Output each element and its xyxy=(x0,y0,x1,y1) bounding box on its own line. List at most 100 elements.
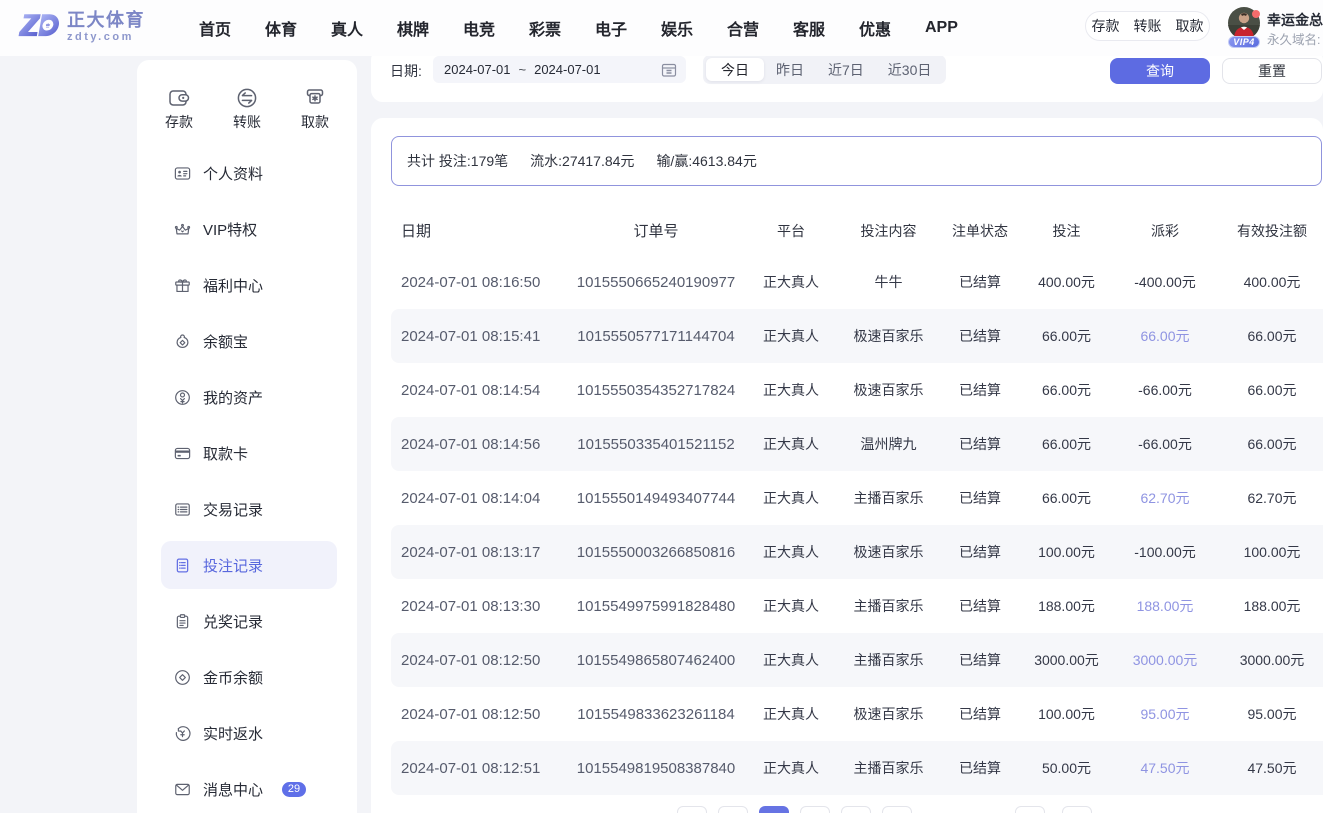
brand-domain: zdty.com xyxy=(67,31,134,43)
table-row-0[interactable]: 2024-07-01 08:16:50 1015550665240190977 正大… xyxy=(391,255,1323,309)
col-header-4: 注单状态 xyxy=(952,222,1008,239)
page-button-6[interactable] xyxy=(1015,806,1045,813)
nav-item-5[interactable]: 彩票 xyxy=(529,16,595,40)
sidebar-item-4[interactable]: 我的资产 xyxy=(161,373,337,421)
nav-item-1[interactable]: 体育 xyxy=(265,16,331,40)
table-row-3[interactable]: 2024-07-01 08:14:56 1015550335401521152 正大… xyxy=(391,417,1323,471)
sidebar-item-7[interactable]: 投注记录 xyxy=(161,541,337,589)
nav-item-0[interactable]: 首页 xyxy=(199,16,265,40)
search-button[interactable]: 查询 xyxy=(1110,58,1210,84)
date-from[interactable]: 2024-07-01 xyxy=(444,62,511,77)
range-1[interactable]: 昨日 xyxy=(764,58,816,81)
page-button-5[interactable] xyxy=(882,806,912,813)
cell-order: 1015550577171144704 xyxy=(577,327,735,345)
page-button-1[interactable] xyxy=(718,806,748,813)
sidebar-item-0[interactable]: 个人资料 xyxy=(161,149,337,197)
range-0[interactable]: 今日 xyxy=(706,58,764,81)
table-row-9[interactable]: 2024-07-01 08:12:51 1015549819508387840 正大… xyxy=(391,741,1323,795)
cell-platform: 正大真人 xyxy=(763,598,819,614)
message-count-badge: 29 xyxy=(282,781,306,797)
cell-payout: -400.00元 xyxy=(1134,274,1196,290)
nav-item-9[interactable]: 客服 xyxy=(793,16,859,40)
sidebar-item-2[interactable]: 福利中心 xyxy=(161,261,337,309)
date-separator: ~ xyxy=(518,62,527,77)
cell-bet: 3000.00元 xyxy=(1034,652,1099,668)
quick-action-取款[interactable]: 取款 xyxy=(301,86,329,132)
range-group: 今日 昨日 近7日 近30日 xyxy=(703,55,947,84)
nav-item-6[interactable]: 电子 xyxy=(595,16,661,40)
nav-item-2[interactable]: 真人 xyxy=(331,16,397,40)
table-row-7[interactable]: 2024-07-01 08:12:50 1015549865807462400 正大… xyxy=(391,633,1323,687)
date-range-input[interactable]: 2024-07-01 ~ 2024-07-01 xyxy=(433,56,686,83)
page-button-0[interactable] xyxy=(677,806,707,813)
sidebar-item-label: 余额宝 xyxy=(203,333,249,351)
quick-action-label: 取款 xyxy=(301,114,329,130)
table-row-5[interactable]: 2024-07-01 08:13:17 1015550003266850816 正大… xyxy=(391,525,1323,579)
user-block[interactable]: VIP4 幸运金总 永久域名: zd xyxy=(1228,7,1323,49)
date-to[interactable]: 2024-07-01 xyxy=(534,62,601,77)
sidebar-item-8[interactable]: 兑奖记录 xyxy=(161,597,337,645)
sidebar-item-1[interactable]: VIP特权 xyxy=(161,205,337,253)
sidebar-item-5[interactable]: 取款卡 xyxy=(161,429,337,477)
page-button-2[interactable] xyxy=(759,806,789,813)
nav-item-7[interactable]: 娱乐 xyxy=(661,16,727,40)
cell-valid: 47.50元 xyxy=(1247,760,1297,776)
cell-valid: 62.70元 xyxy=(1247,490,1297,506)
sidebar-item-10[interactable]: 实时返水 xyxy=(161,709,337,757)
reset-button[interactable]: 重置 xyxy=(1222,58,1322,84)
cell-payout: 47.50元 xyxy=(1140,760,1190,776)
nav-item-11[interactable]: APP xyxy=(925,19,991,37)
cell-date: 2024-07-01 08:14:54 xyxy=(401,381,541,399)
nav-item-10[interactable]: 优惠 xyxy=(859,16,925,40)
wallet-action-1[interactable]: 转账 xyxy=(1134,16,1162,36)
quick-action-存款[interactable]: 存款 xyxy=(165,86,193,132)
logo[interactable]: 正大体育 zdty.com xyxy=(17,8,145,46)
mail-icon xyxy=(175,783,190,795)
nav-item-8[interactable]: 合营 xyxy=(727,16,793,40)
col-header-0: 日期 xyxy=(401,223,432,240)
pouch-icon xyxy=(176,334,189,348)
table-row-2[interactable]: 2024-07-01 08:14:54 1015550354352717824 正大… xyxy=(391,363,1323,417)
bet-records-table: 日期 订单号 平台 投注内容 注单状态 投注 派彩 有效投注额 2024-07-01 08:1… xyxy=(391,206,1323,795)
nav-item-4[interactable]: 电竞 xyxy=(463,16,529,40)
notebook-icon xyxy=(176,558,189,572)
sidebar-item-6[interactable]: 交易记录 xyxy=(161,485,337,533)
sidebar-item-label: VIP特权 xyxy=(203,221,258,239)
sidebar-item-label: 消息中心 xyxy=(203,781,264,799)
table-row-6[interactable]: 2024-07-01 08:13:30 1015549975991828480 正大… xyxy=(391,579,1323,633)
cell-status: 已结算 xyxy=(959,706,1001,722)
user-name: 幸运金总 xyxy=(1267,12,1323,28)
table-row-4[interactable]: 2024-07-01 08:14:04 1015550149493407744 正大… xyxy=(391,471,1323,525)
wallet-action-0[interactable]: 存款 xyxy=(1092,16,1120,36)
cell-payout: 95.00元 xyxy=(1140,706,1190,722)
cell-date: 2024-07-01 08:12:51 xyxy=(401,759,541,777)
table-row-8[interactable]: 2024-07-01 08:12:50 1015549833623261184 正大… xyxy=(391,687,1323,741)
cell-payout: -66.00元 xyxy=(1138,436,1192,452)
id-card-icon xyxy=(174,166,191,180)
summary-turnover: 流水:27417.84元 xyxy=(530,153,635,169)
range-3[interactable]: 近30日 xyxy=(876,58,944,81)
cell-order: 1015550354352717824 xyxy=(576,381,736,399)
page-button-7[interactable] xyxy=(1062,806,1092,813)
cell-status: 已结算 xyxy=(959,382,1001,398)
sidebar-item-3[interactable]: 余额宝 xyxy=(161,317,337,365)
cell-bet: 400.00元 xyxy=(1038,274,1095,290)
wallet-action-2[interactable]: 取款 xyxy=(1176,16,1204,36)
table-row-1[interactable]: 2024-07-01 08:15:41 1015550577171144704 正大… xyxy=(391,309,1323,363)
sidebar-item-9[interactable]: 金币余额 xyxy=(161,653,337,701)
sidebar-item-label: 金币余额 xyxy=(203,669,264,687)
col-header-7: 有效投注额 xyxy=(1237,222,1307,239)
nav-item-3[interactable]: 棋牌 xyxy=(397,16,463,40)
cell-bet: 100.00元 xyxy=(1038,706,1095,722)
quick-action-label: 转账 xyxy=(233,114,261,130)
range-2[interactable]: 近7日 xyxy=(816,58,876,81)
sidebar-item-11[interactable]: 消息中心 29 xyxy=(161,765,337,813)
summary-winloss: 输/赢:4613.84元 xyxy=(656,153,757,169)
quick-action-转账[interactable]: 转账 xyxy=(233,86,261,132)
page-button-4[interactable] xyxy=(841,806,871,813)
calendar-icon[interactable] xyxy=(661,62,677,78)
cell-status: 已结算 xyxy=(959,760,1001,776)
page-button-3[interactable] xyxy=(800,806,830,813)
clipboard-icon xyxy=(176,613,189,628)
cell-bet: 188.00元 xyxy=(1038,598,1095,614)
